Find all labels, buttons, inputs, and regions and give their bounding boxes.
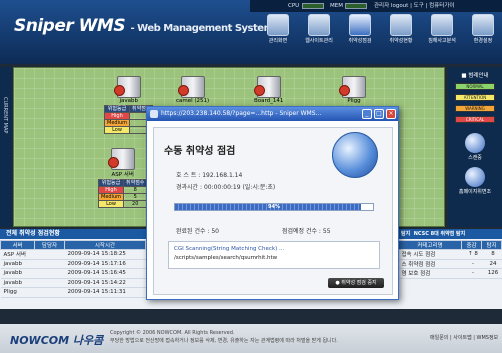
legend-warning: WARNING [455, 105, 495, 112]
cpu-label: CPU [288, 3, 300, 9]
server-icon [113, 76, 141, 98]
nav-label: 관리화면 [268, 38, 288, 44]
elapsed-label: 경과시간 : [176, 184, 203, 191]
node-label: camel (251) [176, 98, 210, 104]
log-line: CGI Scanning(String Matching Check) ... [174, 246, 285, 252]
legend-title: ■ 범례안내 [461, 73, 489, 79]
table-row[interactable]: 스 취약점 점검 -24 [398, 259, 502, 269]
ncsc-table: 커테고리명 중감 탐지 접속 시도 점검 ↑ 88스 취약점 점검 -24 염 보호 점검… [398, 240, 502, 279]
legend-panel: ■ 범례안내 NORMAL ATTENTION WARNING CRITICAL… [448, 67, 502, 227]
window-icon [150, 110, 158, 118]
nav-item-1[interactable]: 웹사이트관리 [299, 12, 339, 52]
nav-item-4[interactable]: 침해사고분석 [422, 12, 462, 52]
dialog-body: 수동 취약성 점검 호 스 트 : 192.168.1.14 경과시간 : 00… [153, 127, 393, 295]
log-line: /scripts/samples/search/qsumrhit.htw [174, 255, 278, 261]
window-title: https://203.238.140.58/?page=...http - S… [161, 110, 322, 117]
homepage-icon[interactable] [465, 167, 485, 187]
node-asp-server[interactable]: ASP 서버 위험등급 취약점수 High 8 Medium 5 Low 20 [98, 148, 148, 208]
scan-globe-icon[interactable] [465, 133, 485, 153]
map-strip-label: CURRENT MAP [2, 97, 8, 134]
nav-label: 취약성현황 [389, 38, 413, 44]
node-label: ASP 서버 [111, 172, 134, 178]
progress-text: 94% [268, 204, 280, 210]
scan-icon [349, 14, 371, 36]
map-side-strip: CURRENT MAP [0, 67, 12, 227]
status-icon [390, 14, 412, 36]
close-icon[interactable]: × [386, 109, 396, 119]
brand-logo: Sniper WMS - Web Management System [14, 16, 274, 36]
top-status-bar: CPU MEM 관리자 logout | 도구 | 컴퓨터가이 [250, 0, 502, 12]
nav-label: 취약성점검 [348, 38, 372, 44]
legend-attention: ATTENTION [455, 94, 495, 101]
manual-scan-dialog: https://203.238.140.58/?page=...http - S… [146, 106, 399, 300]
monitor-icon [267, 14, 289, 36]
elapsed-value: 00:00:00:19 (일:시:분:초) [203, 184, 276, 191]
done-value: 50 [211, 228, 219, 235]
nav-label: 침해사고분석 [428, 38, 456, 44]
mem-label: MEM [330, 3, 343, 9]
scan-label: 스캔중 [468, 155, 482, 161]
footer-links[interactable]: 매일문의 | 사이트맵 | WMS정보 [430, 334, 498, 341]
table-row[interactable]: ASP 서버 2009-09-14 15:18:25 [0, 249, 146, 260]
node-pligg[interactable]: Pligg [339, 76, 366, 104]
nav-label: 웹사이트관리 [305, 38, 333, 44]
server-icon [253, 76, 281, 98]
stop-scan-button[interactable]: ● 취약성 점검 중지 [328, 278, 384, 288]
globe-icon [332, 132, 378, 178]
node-label: Board_141 [254, 98, 284, 104]
copyright: Copyright © 2006 NOWCOM. All Rights Rese… [110, 330, 338, 344]
incident-icon [431, 14, 453, 36]
node-camel[interactable]: camel (251) [176, 76, 209, 104]
table-row[interactable]: javabb 2009-09-14 15:14:22 [0, 278, 146, 288]
done-label: 완료된 건수 : [176, 228, 210, 235]
brand-subtitle: - Web Management System [130, 23, 274, 34]
mem-meter [345, 3, 367, 9]
table-row[interactable]: javabb 2009-09-14 15:17:16 [0, 259, 146, 269]
cpu-meter [302, 3, 324, 9]
homepage-label: 홈페이지위변조 [458, 189, 492, 195]
node-board[interactable]: Board_141 [253, 76, 284, 104]
host-value: 192.168.1.14 [202, 172, 243, 179]
header: Sniper WMS - Web Management System CPU M… [0, 0, 502, 64]
node-label: javabb [119, 98, 138, 104]
nav-label: 환경설정 [473, 38, 493, 44]
planned-value: 55 [322, 228, 331, 235]
table-row[interactable]: 염 보호 점검 -126 [398, 268, 502, 279]
nav-item-2[interactable]: 취약성점검 [340, 12, 380, 52]
risk-table: 위험등급 취약점수 High 8 Medium 5 Low 20 [98, 179, 148, 208]
table-row[interactable]: 접속 시도 점검 ↑ 88 [398, 249, 502, 260]
node-label: Pligg [347, 98, 361, 104]
planned-label: 점검예정 건수 : [282, 228, 321, 235]
minimize-icon[interactable]: _ [362, 109, 372, 119]
legend-critical: CRITICAL [455, 116, 495, 123]
server-icon [107, 148, 135, 170]
maximize-icon[interactable]: □ [374, 109, 384, 119]
nav-item-0[interactable]: 관리화면 [258, 12, 298, 52]
footer-logo: NOWCOM 나우콤 [10, 334, 104, 347]
legend-normal: NORMAL [455, 83, 495, 90]
ncsc-tabs[interactable]: 탐지 NCSC 8대 취약점 탐지 [398, 229, 502, 239]
nav-item-3[interactable]: 취약성현황 [381, 12, 421, 52]
table-row[interactable]: Pligg 2009-09-14 15:11:31 [0, 287, 146, 298]
web-icon [308, 14, 330, 36]
history-table: 서버 담당자 시작시간 ASP 서버 2009-09-14 15:18:25 jav… [0, 240, 146, 298]
dialog-titlebar[interactable]: https://203.238.140.58/?page=...http - S… [147, 107, 398, 121]
user-menu[interactable]: 관리자 logout | 도구 | 컴퓨터가이 [374, 0, 454, 12]
brand-name: Sniper WMS [14, 16, 126, 36]
nav-item-5[interactable]: 환경설정 [463, 12, 502, 52]
history-title: 전체 취약성 점검현황 [0, 229, 150, 239]
scan-log: CGI Scanning(String Matching Check) ... … [168, 241, 380, 269]
server-icon [177, 76, 205, 98]
host-label: 호 스 트 : [176, 172, 201, 179]
table-row[interactable]: javabb 2009-09-14 15:16:45 [0, 268, 146, 279]
server-icon [339, 76, 366, 98]
footer: NOWCOM 나우콤 Copyright © 2006 NOWCOM. All … [0, 324, 502, 353]
settings-icon [472, 14, 494, 36]
dialog-title: 수동 취약성 점검 [164, 146, 236, 157]
progress-bar: 94% [174, 203, 374, 211]
